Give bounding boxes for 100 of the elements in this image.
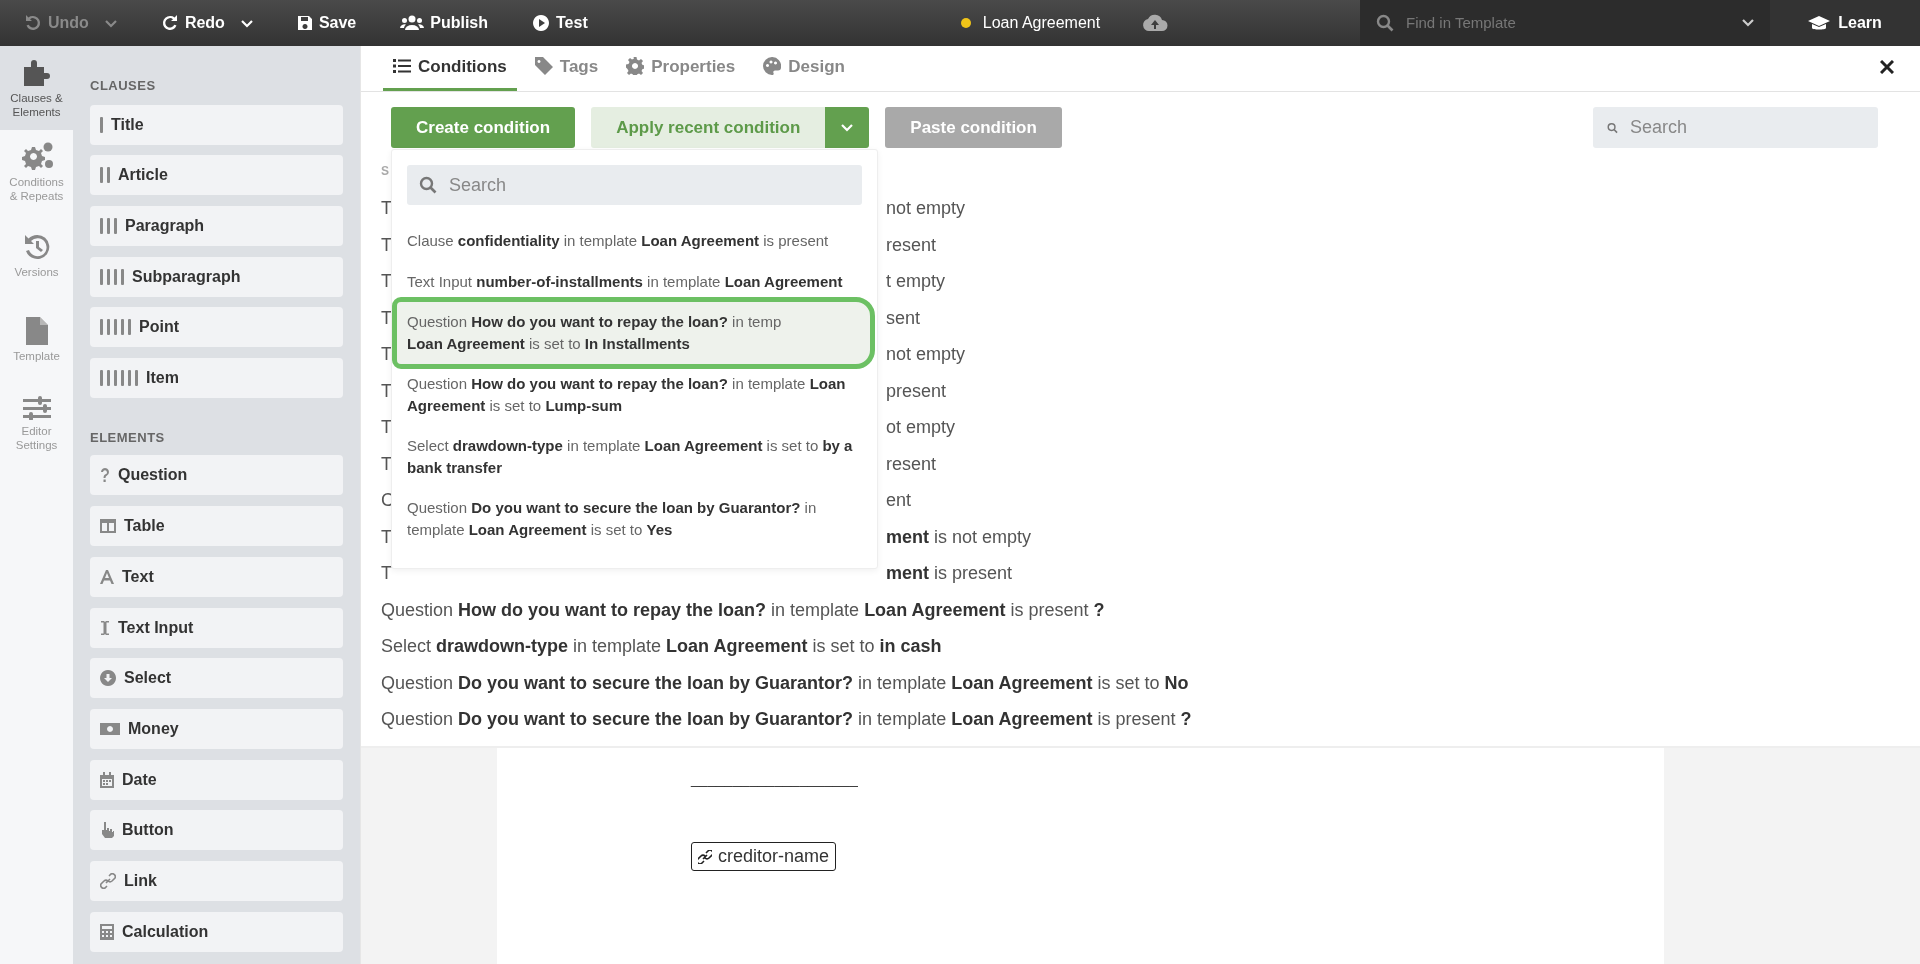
redo-icon [160, 14, 179, 32]
search-field[interactable]: Search [447, 170, 850, 200]
toolbar-button[interactable]: Test [518, 0, 602, 46]
tab[interactable]: Design [753, 53, 855, 91]
document-title: Loan Agreement [982, 13, 1101, 33]
condition-text: t empty [886, 270, 946, 293]
history-icon [22, 232, 51, 261]
toolbar-button[interactable]: Publish [386, 0, 503, 46]
calendar-icon [100, 771, 114, 788]
question-mark-icon [100, 467, 110, 484]
menu-item[interactable]: Clause confidentiality in template Loan Agreement is present [407, 221, 862, 262]
condition-text: T [381, 343, 392, 366]
element-item[interactable]: Text Input [90, 607, 343, 648]
search-field[interactable]: Search [1628, 113, 1864, 142]
condition-text: T [381, 525, 392, 549]
menu-item[interactable]: Question Do you want to secure the loan by Guarantor? in template Loan Agreement is set to Yes [407, 488, 862, 550]
search-box[interactable]: Search [1593, 107, 1878, 148]
element-item[interactable]: Text [90, 556, 343, 597]
condition-text: T [381, 416, 392, 439]
condition-text: sent [886, 306, 921, 330]
level-bars-icon [100, 319, 131, 336]
condition-text: ent [886, 489, 912, 512]
clause-item[interactable]: Paragraph [90, 205, 343, 246]
signature-line: ____________________ [691, 768, 859, 789]
graduation-cap-icon [1808, 15, 1831, 31]
find-in-template-box[interactable]: Find in Template [1360, 0, 1770, 46]
element-item[interactable]: Money [90, 708, 343, 749]
condition-text: T [381, 197, 392, 220]
condition-text: ment is present [886, 562, 1013, 585]
toolbar-button[interactable]: Redo [146, 0, 267, 46]
input-field[interactable]: creditor-name [691, 842, 837, 871]
save-icon [296, 15, 313, 31]
undo-icon [24, 14, 42, 32]
clause-item[interactable]: Item [90, 357, 343, 398]
condition-text: not empty [886, 343, 966, 366]
element-item[interactable]: Link [90, 860, 343, 901]
element-item[interactable]: Button [90, 810, 343, 851]
condition-text: resent [886, 452, 937, 476]
banknote-icon [100, 722, 120, 735]
find-in-template-field[interactable]: Find in Template [1404, 10, 1732, 36]
tab[interactable]: Properties [616, 53, 746, 91]
pointer-hand-icon [100, 822, 114, 839]
sidebar-tab[interactable]: Clauses & Elements [0, 46, 73, 130]
level-bars-icon [100, 217, 117, 234]
clause-item[interactable]: Article [90, 155, 343, 196]
tab[interactable]: Tags [524, 53, 609, 91]
element-item[interactable]: Calculation [90, 911, 343, 952]
link-icon [698, 849, 712, 864]
table-icon [100, 519, 116, 534]
element-item[interactable]: Question [90, 455, 343, 496]
users-icon [400, 15, 425, 31]
search-box[interactable]: Search [407, 165, 862, 205]
gear-icon [626, 57, 645, 76]
element-item[interactable]: Table [90, 506, 343, 547]
section-heading: S [381, 163, 390, 180]
element-item[interactable]: Select [90, 658, 343, 699]
condition-text: ment is not empty [886, 525, 1032, 549]
close-icon [1880, 59, 1894, 74]
toolbar-button[interactable]: Save [282, 0, 371, 46]
clause-item[interactable]: Title [90, 104, 343, 145]
level-bars-icon [100, 369, 138, 386]
gears-icon [19, 140, 54, 171]
letter-icon [100, 569, 114, 584]
condition-text: ot empty [886, 416, 956, 439]
dropdown-toggle-button[interactable] [825, 107, 870, 148]
condition-text: T [381, 562, 392, 585]
condition-text: T [381, 379, 392, 403]
caret-icon [1742, 19, 1754, 27]
link-icon [100, 872, 116, 889]
element-item[interactable]: Date [90, 759, 343, 800]
section-heading: ELEMENTS [90, 428, 166, 447]
menu-item[interactable]: Text Input number-of-installments in template Loan Agreement [407, 261, 862, 302]
tab[interactable]: Conditions [383, 53, 517, 91]
section-heading: CLAUSES [90, 77, 157, 95]
search-icon [419, 176, 437, 194]
menu-item[interactable]: Select drawdown-type in template Loan Agreement is set to by a bank transfer [407, 426, 862, 488]
condition-text: Select drawdown-type in template Loan Agreement is set to in cash [381, 635, 943, 658]
calculator-icon [100, 923, 114, 940]
sliders-icon [22, 395, 51, 420]
level-bars-icon [100, 116, 103, 133]
file-icon [25, 316, 48, 345]
tag-icon [534, 57, 553, 76]
condition-text: T [381, 306, 392, 330]
clause-item[interactable]: Subparagraph [90, 256, 343, 297]
cloud-upload-icon [1142, 14, 1169, 32]
palette-icon [763, 57, 782, 76]
text-cursor-icon [100, 619, 110, 636]
clause-item[interactable]: Point [90, 307, 343, 348]
caret-icon [104, 19, 117, 28]
search-icon [1376, 14, 1394, 32]
condition-text: Question How do you want to repay the loan? in template Loan Agreement is present ? [381, 598, 1106, 622]
menu-item[interactable]: Question How do you want to repay the loan? in template Loan Agreement is set to Lump-sum [407, 364, 862, 426]
caret-icon [240, 19, 253, 28]
level-bars-icon [100, 167, 110, 184]
caret-icon [841, 123, 854, 132]
play-icon [532, 14, 551, 32]
condition-text: T [381, 270, 392, 293]
condition-text: T [381, 233, 392, 257]
condition-text: Question Do you want to secure the loan by Guarantor? in template Loan Agreement is present ? [381, 708, 1193, 731]
level-bars-icon [100, 268, 124, 285]
